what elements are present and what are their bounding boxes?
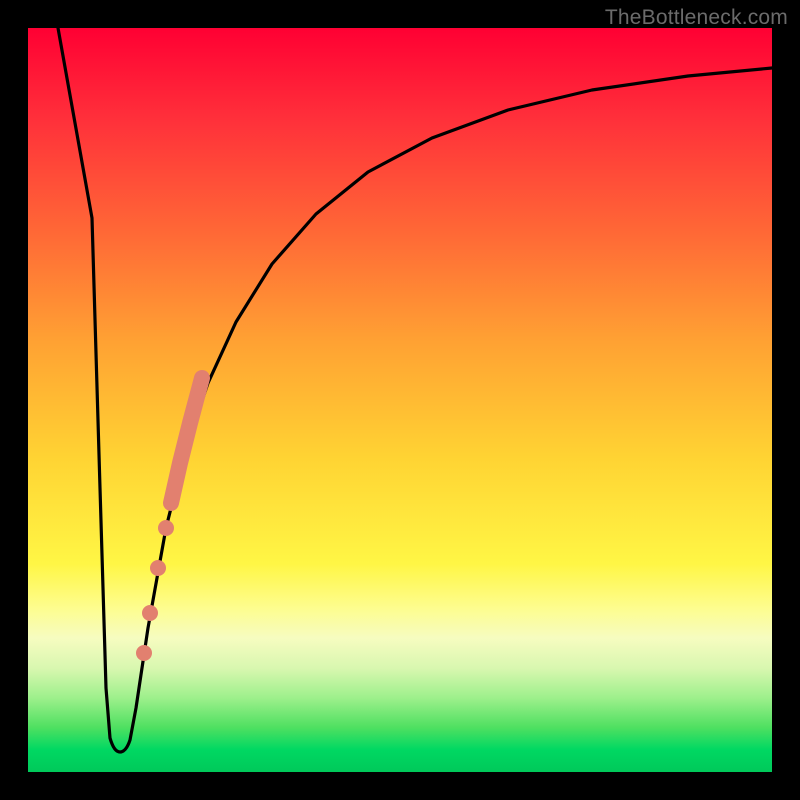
curve-layer (28, 28, 772, 772)
marker-dot (142, 605, 158, 621)
marker-dot (136, 645, 152, 661)
highlight-segment (171, 378, 202, 503)
watermark-text: TheBottleneck.com (605, 6, 788, 30)
marker-dot (158, 520, 174, 536)
marker-dot (150, 560, 166, 576)
chart-frame: TheBottleneck.com (0, 0, 800, 800)
bottleneck-curve (58, 28, 772, 752)
plot-area (28, 28, 772, 772)
